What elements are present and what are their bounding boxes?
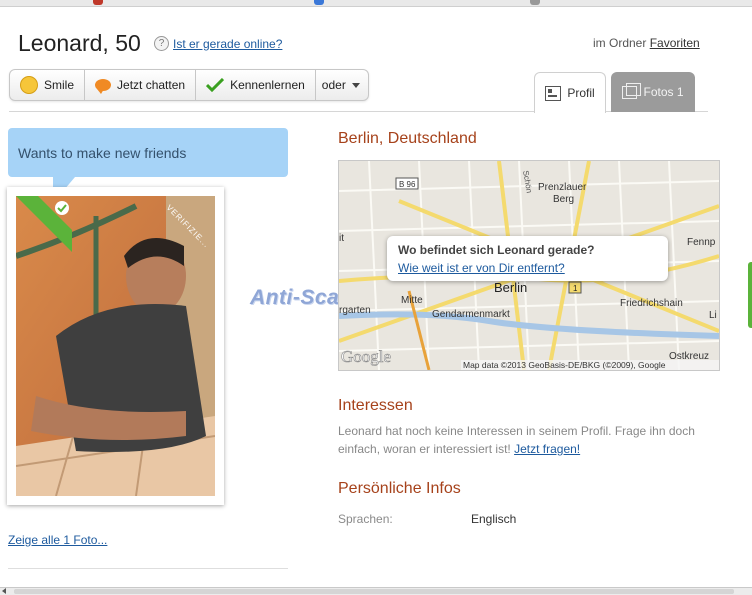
checkmark-icon <box>206 78 225 92</box>
folder-prefix: im Ordner <box>593 36 647 50</box>
profile-card-icon <box>545 85 562 101</box>
favorites-link[interactable]: Favoriten <box>650 36 700 50</box>
interests-heading: Interessen <box>338 397 413 414</box>
map-label: Fennp <box>687 237 716 248</box>
tab-photos[interactable]: Fotos 1 <box>611 72 695 112</box>
tab-profile-label: Profil <box>567 86 595 100</box>
map-label: Friedrichshain <box>620 298 683 309</box>
smile-button[interactable]: Smile <box>10 70 86 100</box>
online-status: ? Ist er gerade online? <box>154 36 282 51</box>
profile-photo-card[interactable]: VERIFIZIE... <box>7 187 224 505</box>
toolbar-icon <box>530 0 540 5</box>
smiley-icon <box>20 76 38 94</box>
ask-now-link[interactable]: Jetzt fragen! <box>514 442 580 456</box>
meet-button[interactable]: Kennenlernen <box>196 70 316 100</box>
map-popup-title: Wo befindet sich Leonard gerade? <box>398 243 595 257</box>
smile-label: Smile <box>44 78 75 92</box>
map-label: Prenzlauer <box>538 182 587 193</box>
chat-label: Jetzt chatten <box>117 78 186 92</box>
help-icon: ? <box>154 36 169 51</box>
side-tab[interactable] <box>748 262 752 328</box>
more-dropdown[interactable]: oder <box>316 70 368 100</box>
map-popup: Wo befindet sich Leonard gerade? Wie wei… <box>387 236 668 281</box>
more-label: oder <box>321 78 346 92</box>
meet-label: Kennenlernen <box>230 78 305 92</box>
status-bubble: Wants to make new friends <box>8 128 288 203</box>
status-text: Wants to make new friends <box>18 145 187 161</box>
browser-toolbar-edge <box>0 0 752 7</box>
interests-text: Leonard hat noch keine Interessen in sei… <box>338 422 708 458</box>
folder-info: im Ordner Favoriten <box>593 36 700 50</box>
distance-link[interactable]: Wie weit ist er von Dir entfernt? <box>398 261 565 275</box>
profile-name: Leonard, 50 <box>18 30 141 56</box>
chevron-down-icon <box>351 82 360 88</box>
divider <box>8 568 288 569</box>
scrollbar-thumb[interactable] <box>14 589 734 594</box>
map-label: rgarten <box>339 305 371 316</box>
action-bar: Smile Jetzt chatten Kennenlernen oder <box>9 69 369 101</box>
toolbar-icon <box>314 0 324 5</box>
map-label: Mitte <box>401 295 423 306</box>
verified-badge <box>16 196 72 252</box>
languages-label: Sprachen: <box>338 512 393 526</box>
location-title: Berlin, Deutschland <box>338 130 477 147</box>
chat-button[interactable]: Jetzt chatten <box>85 70 197 100</box>
map-label: Berg <box>553 194 574 205</box>
tab-profile[interactable]: Profil <box>534 72 606 113</box>
map-attribution: Map data ©2013 GeoBasis-DE/BKG (©2009), … <box>463 360 666 370</box>
google-logo: Google <box>341 347 391 366</box>
map-label: Gendarmenmarkt <box>432 309 510 320</box>
show-all-photos-link[interactable]: Zeige alle 1 Foto... <box>8 533 107 547</box>
chat-bubble-icon <box>95 79 112 94</box>
scroll-left-icon[interactable] <box>2 588 6 594</box>
personal-info-heading: Persönliche Infos <box>338 480 461 497</box>
tab-photos-label: Fotos 1 <box>643 85 684 99</box>
photos-icon <box>622 82 642 99</box>
side-panel-edge <box>745 30 752 570</box>
toolbar-icon <box>93 0 103 5</box>
map-label: B 96 <box>399 180 416 189</box>
map-label: 1 <box>573 284 578 293</box>
online-status-link[interactable]: Ist er gerade online? <box>173 37 282 51</box>
map-label: it <box>339 233 344 244</box>
map-label: Li <box>709 310 717 321</box>
languages-value: Englisch <box>471 512 517 526</box>
map-label: Berlin <box>494 280 527 295</box>
